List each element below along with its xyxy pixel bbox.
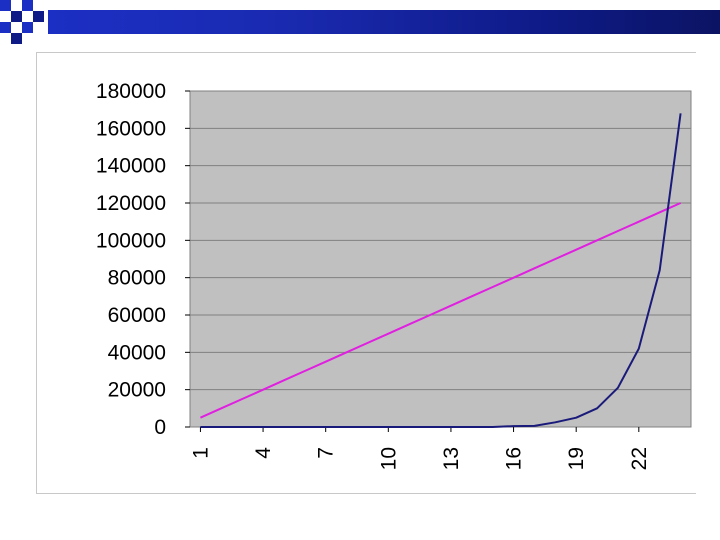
y-tick-label: 160000 xyxy=(96,117,166,140)
y-tick-label: 20000 xyxy=(108,379,166,402)
y-tick-label: 100000 xyxy=(96,229,166,252)
x-tick-label: 10 xyxy=(377,447,400,470)
y-tick-label: 40000 xyxy=(108,341,166,364)
x-tick-label: 22 xyxy=(628,447,651,470)
line-chart: 1800001600001400001200001000008000060000… xyxy=(96,80,692,470)
x-axis-ticks: 1 4 7 10 13 16 19 22 xyxy=(189,427,651,470)
y-axis-ticks: 180000 160000 140000 120000 100000 80000 60000… xyxy=(96,80,190,439)
y-tick-label: 80000 xyxy=(108,267,166,290)
y-tick-label: 120000 xyxy=(96,192,166,215)
x-tick-label: 7 xyxy=(315,447,338,459)
x-tick-label: 1 xyxy=(189,447,212,459)
x-tick-label: 4 xyxy=(252,447,275,459)
x-tick-label: 13 xyxy=(440,447,463,470)
x-tick-label: 16 xyxy=(503,447,526,470)
y-tick-label: 140000 xyxy=(96,155,166,178)
y-tick-label: 180000 xyxy=(96,80,166,103)
x-tick-label: 19 xyxy=(565,447,588,470)
plot-area xyxy=(189,90,692,428)
y-tick-label: 60000 xyxy=(108,304,166,327)
y-tick-label: 0 xyxy=(154,416,166,439)
